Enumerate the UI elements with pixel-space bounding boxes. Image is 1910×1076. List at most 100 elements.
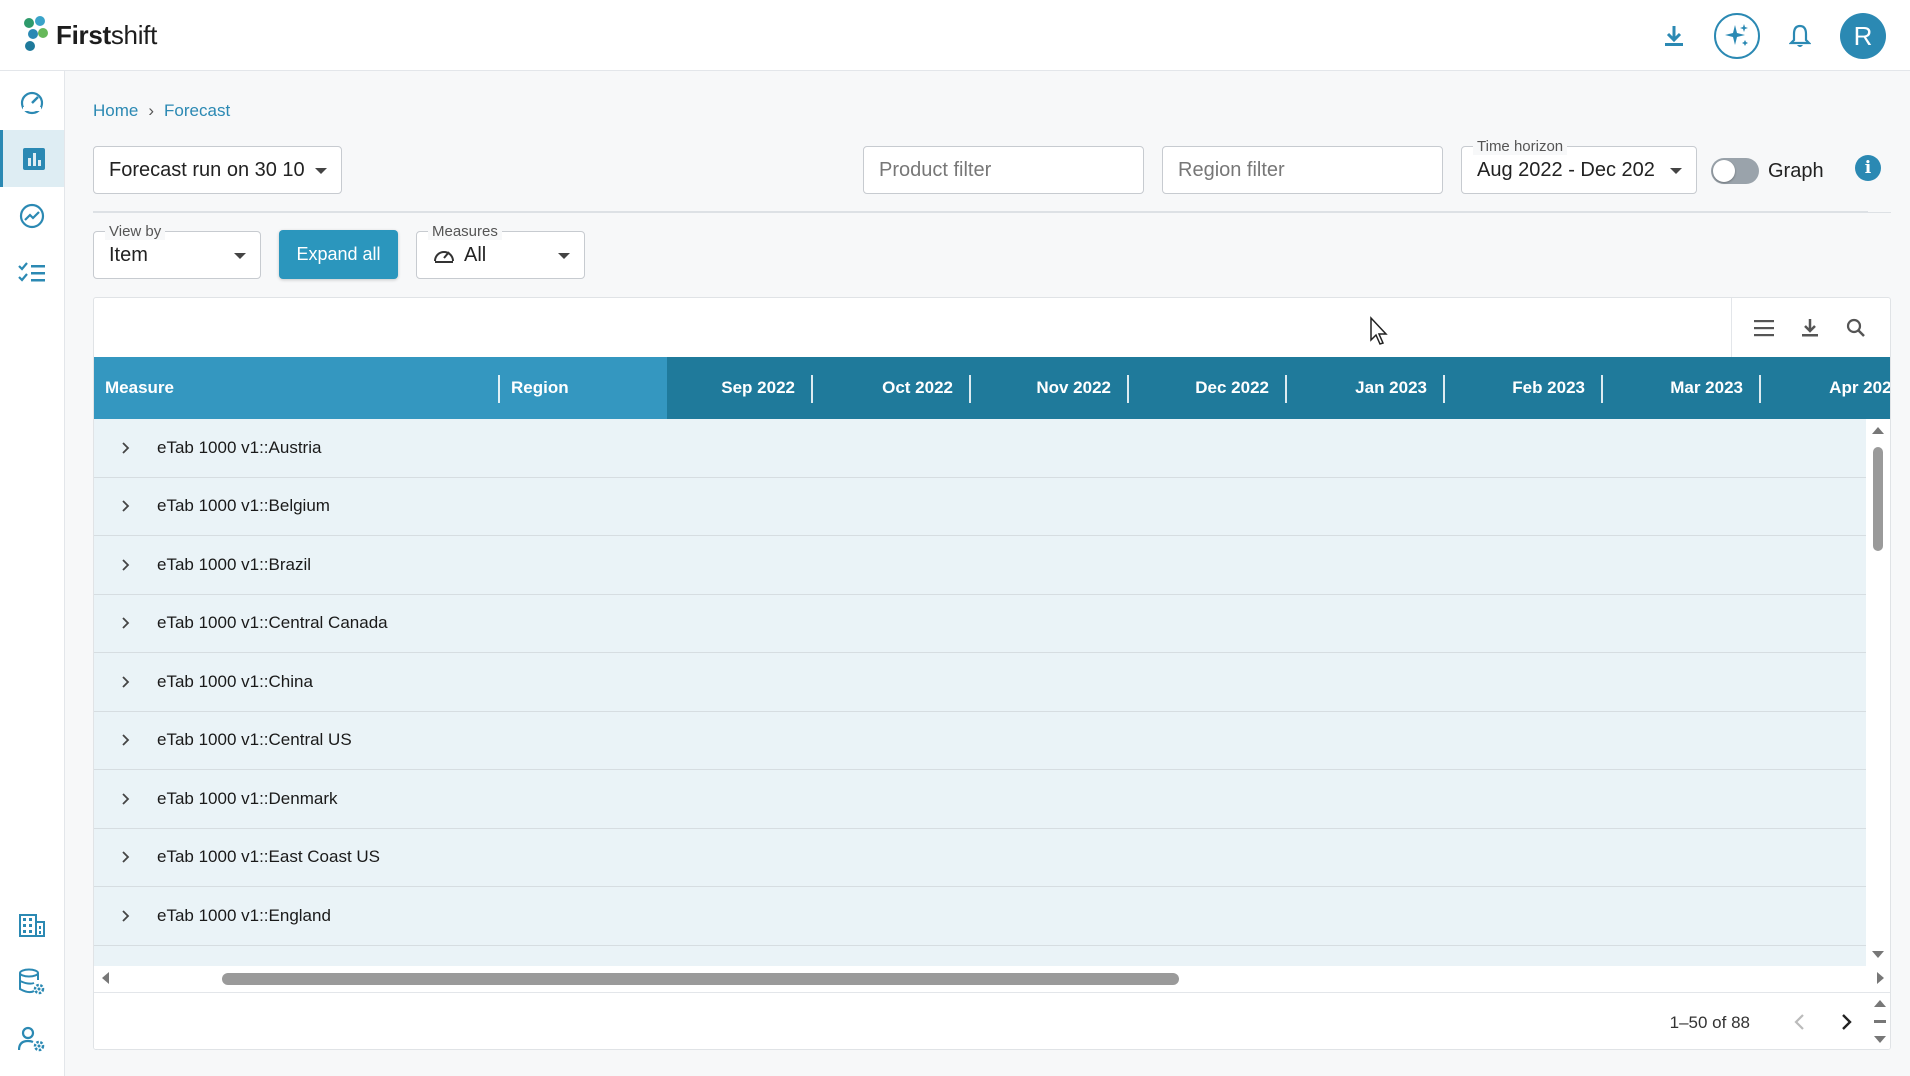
building-icon[interactable] [0, 896, 64, 953]
graph-toggle[interactable] [1711, 158, 1759, 184]
table-row[interactable]: eTab 1000 v1::Central US [94, 711, 1868, 770]
row-label: eTab 1000 v1::England [157, 905, 331, 925]
row-label: eTab 1000 v1::Austria [157, 437, 322, 457]
column-header-month[interactable]: Jan 2023 [1332, 357, 1427, 419]
row-label: eTab 1000 v1::Brazil [157, 554, 312, 574]
product-filter-input[interactable]: Product filter [863, 146, 1144, 194]
scroll-right-icon[interactable] [1874, 966, 1888, 990]
table-row[interactable]: eTab 1000 v1::East Coast US [94, 828, 1868, 887]
column-separator[interactable] [1759, 375, 1761, 403]
checklist-icon[interactable] [0, 244, 64, 301]
forecast-run-select[interactable]: Forecast run on 30 10 [93, 146, 342, 194]
ai-sparkle-icon[interactable] [1714, 13, 1760, 59]
table-row[interactable]: eTab 1000 v1::Belgium [94, 477, 1868, 536]
table-row[interactable]: eTab 1000 v1::Central Canada [94, 594, 1868, 653]
table-row[interactable]: eTab 1000 v1::Austria [94, 419, 1868, 478]
horizontal-scrollbar[interactable] [94, 966, 1890, 990]
row-label: eTab 1000 v1::Belgium [157, 496, 330, 516]
scroll-down-icon[interactable] [1866, 948, 1890, 962]
grid-rows: eTab 1000 v1::AustriaeTab 1000 v1::Belgi… [94, 419, 1868, 966]
breadcrumb-home[interactable]: Home [93, 101, 138, 121]
measures-value: All [464, 243, 487, 266]
column-separator[interactable] [1601, 375, 1603, 403]
column-header-month[interactable]: Mar 2023 [1648, 357, 1743, 419]
database-settings-icon[interactable] [0, 953, 64, 1010]
chevron-down-icon [315, 168, 327, 174]
graph-label: Graph [1768, 160, 1824, 182]
vertical-scrollbar[interactable] [1866, 419, 1890, 966]
columns-menu-icon[interactable] [1750, 314, 1778, 342]
bell-icon[interactable] [1786, 22, 1814, 50]
avatar[interactable]: R [1840, 13, 1886, 59]
search-icon[interactable] [1842, 314, 1870, 342]
chevron-down-icon [234, 253, 246, 259]
column-separator[interactable] [811, 375, 813, 403]
chevron-right-icon[interactable] [116, 906, 136, 926]
download-icon[interactable] [1660, 22, 1688, 50]
page-scroll-icon[interactable] [1870, 995, 1890, 1049]
app-logo[interactable]: Firstshift [24, 16, 157, 54]
row-label: eTab 1000 v1::Central Canada [157, 613, 388, 633]
column-separator[interactable] [498, 375, 500, 403]
expand-all-button[interactable]: Expand all [279, 230, 398, 279]
row-label: eTab 1000 v1::Central US [157, 730, 352, 750]
chevron-right-icon[interactable] [116, 496, 136, 516]
table-row[interactable]: eTab 1000 v1::France [94, 945, 1868, 966]
gauge-icon [434, 251, 454, 263]
pagination-range: 1–50 of 88 [1669, 1013, 1750, 1032]
chevron-right-icon[interactable] [116, 730, 136, 750]
column-separator[interactable] [969, 375, 971, 403]
table-row[interactable]: eTab 1000 v1::China [94, 653, 1868, 712]
scroll-thumb[interactable] [222, 973, 1179, 985]
column-header-month[interactable]: Sep 2022 [700, 357, 795, 419]
scroll-thumb[interactable] [1873, 447, 1883, 551]
sidebar [0, 71, 65, 1076]
divider [93, 212, 1891, 213]
logo-mark-icon [24, 16, 50, 54]
chevron-right-icon[interactable] [116, 438, 136, 458]
table-row[interactable]: eTab 1000 v1::Brazil [94, 536, 1868, 595]
column-separator[interactable] [1443, 375, 1445, 403]
scroll-up-icon[interactable] [1866, 423, 1890, 437]
months-header: Sep 2022 Oct 2022 Nov 2022 Dec 2022 Jan 2023… [667, 357, 1890, 419]
chevron-right-icon[interactable] [116, 847, 136, 867]
column-separator[interactable] [1285, 375, 1287, 403]
row-label: eTab 1000 v1::East Coast US [157, 847, 381, 867]
next-page-icon[interactable] [1832, 1007, 1862, 1037]
view-by-select[interactable]: View by Item [93, 223, 261, 279]
measures-select[interactable]: Measures All [416, 223, 585, 279]
column-header-measure[interactable]: Measure [105, 357, 174, 419]
user-settings-icon[interactable] [0, 1010, 64, 1067]
chevron-right-icon[interactable] [116, 672, 136, 692]
column-header-region[interactable]: Region [511, 357, 569, 419]
breadcrumb-current[interactable]: Forecast [164, 101, 230, 121]
product-filter-placeholder: Product filter [879, 158, 992, 181]
chevron-right-icon[interactable] [116, 613, 136, 633]
export-icon[interactable] [1796, 314, 1824, 342]
bar-chart-icon[interactable] [0, 130, 64, 187]
table-row[interactable]: eTab 1000 v1::England [94, 887, 1868, 946]
column-header-month[interactable]: Nov 2022 [1016, 357, 1111, 419]
row-label: eTab 1000 v1::China [157, 671, 313, 691]
dashboard-icon[interactable] [0, 73, 64, 130]
logo-text: Firstshift [56, 19, 158, 50]
chevron-right-icon[interactable] [116, 555, 136, 575]
column-separator[interactable] [1127, 375, 1129, 403]
chevron-down-icon [1670, 168, 1682, 174]
scroll-left-icon[interactable] [98, 966, 112, 990]
column-header-month[interactable]: Dec 2022 [1174, 357, 1269, 419]
breadcrumb-separator: › [148, 101, 155, 120]
forecast-run-value: Forecast run on 30 10 [109, 158, 305, 181]
previous-page-icon[interactable] [1784, 1007, 1814, 1037]
chevron-right-icon[interactable] [116, 789, 136, 809]
column-header-month[interactable]: Apr 2023 [1806, 357, 1890, 419]
time-horizon-select[interactable]: Time horizon Aug 2022 - Dec 202 [1461, 138, 1697, 194]
column-header-month[interactable]: Oct 2022 [858, 357, 953, 419]
column-header-month[interactable]: Feb 2023 [1490, 357, 1585, 419]
region-filter-input[interactable]: Region filter [1162, 146, 1443, 194]
table-row[interactable]: eTab 1000 v1::Denmark [94, 770, 1868, 829]
grid-header: Measure Region Sep 2022 Oct 2022 Nov 2022 D… [94, 357, 1890, 419]
row-label: eTab 1000 v1::Denmark [157, 788, 338, 808]
info-icon[interactable]: i [1855, 155, 1881, 181]
trend-icon[interactable] [0, 187, 64, 244]
